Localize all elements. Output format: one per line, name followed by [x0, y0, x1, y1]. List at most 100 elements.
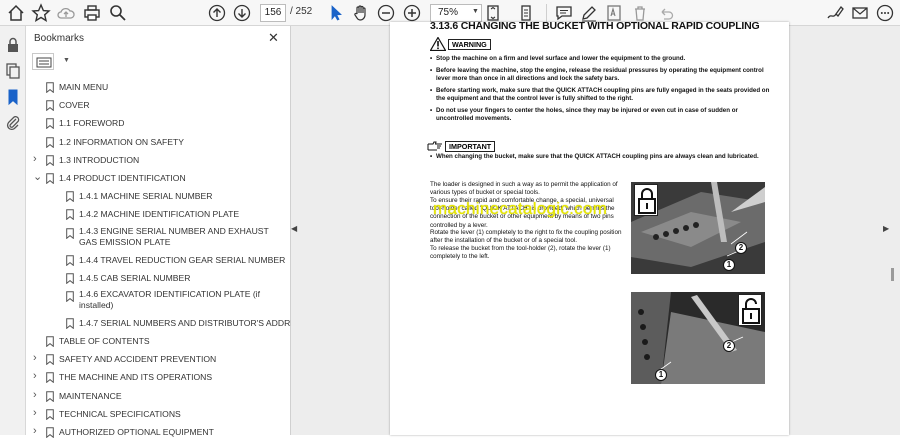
- bookmark-flag-icon: [66, 227, 74, 239]
- next-page-icon[interactable]: [232, 3, 252, 23]
- bookmark-flag-icon: [46, 173, 54, 184]
- warning-triangle-icon: [429, 36, 447, 52]
- chevron-right-icon[interactable]: ›: [33, 407, 37, 419]
- document-viewer: ◀ ▶ 3.13.6 CHANGING THE BUCKET WITH OPTI…: [291, 20, 900, 435]
- collapse-right-icon[interactable]: ▶: [883, 224, 889, 233]
- bookmark-flag-icon: [46, 154, 54, 166]
- previous-page-icon[interactable]: [207, 3, 227, 23]
- bookmark-item[interactable]: 1.4.2 MACHINE IDENTIFICATION PLATE: [26, 206, 284, 224]
- important-label: IMPORTANT: [445, 141, 496, 152]
- bookmark-item[interactable]: 1.4.3 ENGINE SERIAL NUMBER AND EXHAUST G…: [26, 225, 284, 252]
- bookmark-label: 1.4.6 EXCAVATOR IDENTIFICATION PLATE (if…: [79, 288, 260, 310]
- warning-bullet: • Before starting work, make sure that th…: [430, 87, 770, 103]
- unlocked-padlock-icon: [738, 294, 762, 326]
- bookmark-label: THE MACHINE AND ITS OPERATIONS: [59, 372, 213, 383]
- bookmark-item[interactable]: 1.4.4 TRAVEL REDUCTION GEAR SERIAL NUMBE…: [26, 252, 285, 270]
- bookmark-item[interactable]: › TECHNICAL SPECIFICATIONS: [26, 406, 284, 424]
- bookmark-flag-icon: [46, 354, 54, 366]
- chevron-right-icon[interactable]: ›: [33, 389, 37, 401]
- document-scrollbar[interactable]: [891, 268, 894, 281]
- hand-tool-icon[interactable]: [351, 3, 371, 23]
- bookmark-label: TABLE OF CONTENTS: [59, 336, 150, 347]
- warning-bullet: • Before leaving the machine, stop the en…: [430, 67, 764, 83]
- sign-icon[interactable]: [825, 3, 845, 23]
- bookmark-item[interactable]: 1.4.1 MACHINE SERIAL NUMBER: [26, 188, 284, 206]
- bookmark-flag-icon: [66, 272, 74, 284]
- body-paragraph: To release the bucket from the tool-hold…: [430, 245, 611, 261]
- bookmarks-icon[interactable]: [4, 88, 22, 106]
- bookmark-flag-icon: [66, 191, 74, 203]
- attachments-icon[interactable]: [4, 114, 22, 132]
- zoom-out-icon[interactable]: [376, 3, 396, 23]
- coupling-photo-locked: 2 1: [631, 182, 765, 274]
- bookmark-flag-icon: [46, 100, 54, 112]
- bookmark-flag-icon: [46, 372, 54, 384]
- locked-padlock-icon: [634, 184, 658, 216]
- watermark-text: machinecatalogic.com: [433, 199, 608, 218]
- pointing-hand-icon: [427, 141, 442, 151]
- bookmark-flag-icon: [46, 118, 54, 130]
- bookmark-flag-icon: [66, 209, 74, 221]
- home-icon[interactable]: [6, 3, 26, 23]
- bookmark-label: TECHNICAL SPECIFICATIONS: [59, 408, 181, 419]
- bookmarks-panel: Bookmarks ✕ ▼ MAIN MENU COVER 1.1 FOREWORD…: [26, 26, 308, 438]
- bookmark-item[interactable]: MAIN MENU: [26, 79, 284, 97]
- bookmark-item[interactable]: ⌄ 1.4 PRODUCT IDENTIFICATION: [26, 170, 284, 188]
- page-thumbnails-icon[interactable]: [4, 62, 22, 80]
- chevron-right-icon[interactable]: ›: [33, 352, 37, 364]
- bookmark-tree: MAIN MENU COVER 1.1 FOREWORD 1.2 INFORMATIO…: [26, 79, 307, 442]
- bookmark-options-button[interactable]: ▼: [32, 53, 70, 70]
- callout-2: 2: [723, 340, 735, 352]
- pdf-page: 3.13.6 CHANGING THE BUCKET WITH OPTIONAL…: [390, 20, 789, 435]
- print-icon[interactable]: [82, 3, 102, 23]
- chevron-down-icon: ▼: [472, 8, 479, 15]
- bookmark-item[interactable]: › AUTHORIZED OPTIONAL EQUIPMENT: [26, 424, 284, 442]
- bookmark-item[interactable]: 1.2 INFORMATION ON SAFETY: [26, 134, 284, 152]
- bookmark-item[interactable]: TABLE OF CONTENTS: [26, 333, 284, 351]
- zoom-in-icon[interactable]: [402, 3, 422, 23]
- bookmark-item[interactable]: COVER: [26, 97, 284, 115]
- chevron-down-icon: ▼: [63, 57, 70, 64]
- bookmark-label: COVER: [59, 100, 90, 111]
- bookmark-label: 1.4.7 SERIAL NUMBERS AND DISTRIBUTOR'S A…: [79, 317, 308, 328]
- more-options-icon[interactable]: [875, 3, 895, 23]
- bookmark-flag-icon: [46, 82, 54, 93]
- warning-bullet: • Stop the machine on a firm and level su…: [430, 55, 686, 62]
- bookmark-flag-icon: [46, 336, 54, 348]
- search-icon[interactable]: [108, 3, 128, 23]
- bookmark-label: 1.4 PRODUCT IDENTIFICATION: [59, 172, 186, 183]
- lock-icon[interactable]: [4, 36, 22, 54]
- body-paragraph: The loader is designed in such a way as …: [430, 181, 618, 197]
- page-number-input[interactable]: 156: [260, 4, 286, 22]
- bookmark-label: 1.2 INFORMATION ON SAFETY: [59, 136, 184, 147]
- page-total: / 252: [290, 6, 313, 17]
- bookmark-flag-icon: [66, 291, 74, 302]
- bookmark-item[interactable]: › THE MACHINE AND ITS OPERATIONS: [26, 369, 284, 387]
- chevron-right-icon[interactable]: ›: [33, 425, 37, 437]
- warning-header: WARNING: [429, 36, 491, 56]
- bookmark-item[interactable]: 1.4.6 EXCAVATOR IDENTIFICATION PLATE (if…: [26, 288, 284, 315]
- chevron-down-icon[interactable]: ⌄: [33, 170, 42, 183]
- bookmark-item[interactable]: › SAFETY AND ACCIDENT PREVENTION: [26, 351, 284, 369]
- select-cursor-icon[interactable]: [326, 3, 346, 23]
- bookmark-item[interactable]: 1.1 FOREWORD: [26, 115, 284, 133]
- bookmark-star-icon[interactable]: [31, 3, 51, 23]
- email-icon[interactable]: [850, 3, 870, 23]
- bookmark-label: AUTHORIZED OPTIONAL EQUIPMENT: [59, 427, 214, 437]
- chevron-right-icon[interactable]: ›: [33, 370, 37, 382]
- list-icon: [36, 57, 52, 68]
- collapse-left-icon[interactable]: ◀: [291, 224, 297, 233]
- cloud-upload-icon[interactable]: [56, 3, 76, 23]
- callout-1: 1: [723, 259, 735, 271]
- bookmark-item[interactable]: 1.4.7 SERIAL NUMBERS AND DISTRIBUTOR'S A…: [26, 315, 307, 333]
- close-icon[interactable]: ✕: [268, 30, 279, 46]
- bookmark-label: 1.1 FOREWORD: [59, 118, 125, 129]
- warning-bullet: • Do not use your fingers to center the h…: [430, 107, 738, 123]
- panel-title: Bookmarks: [34, 33, 85, 44]
- bookmark-item[interactable]: 1.4.5 CAB SERIAL NUMBER: [26, 270, 284, 288]
- bookmark-label: SAFETY AND ACCIDENT PREVENTION: [59, 354, 217, 365]
- bookmark-item[interactable]: › MAINTENANCE: [26, 388, 284, 406]
- chevron-right-icon[interactable]: ›: [33, 153, 37, 165]
- bookmark-item[interactable]: › 1.3 INTRODUCTION: [26, 152, 284, 170]
- callout-1: 1: [655, 369, 667, 381]
